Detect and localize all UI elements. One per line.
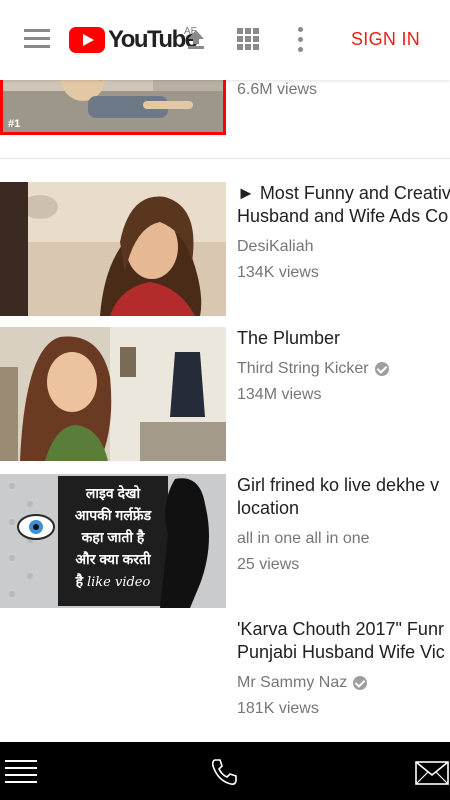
video-title-line2[interactable]: Husband and Wife Ads Co [237,205,450,228]
thumbnail-hindi-text: लाइव देखो आपकी गर्लफ्रेंड कहा जाती है और… [58,482,168,594]
video-thumbnail[interactable] [0,182,226,316]
channel-name[interactable]: Mr Sammy Naz [237,673,347,693]
section-divider [0,158,450,159]
phone-icon[interactable] [208,756,240,788]
video-views: 6.6M views [237,81,318,98]
top-app-bar: YouTube AE SIGN IN [0,0,450,80]
channel-name[interactable]: all in one all in one [237,529,370,549]
video-views: 181K views [237,700,319,717]
video-title[interactable]: ► Most Funny and Creative [237,182,450,205]
video-channel[interactable]: Third String Kicker [237,359,450,379]
thumb-line: लाइव देखो [85,485,141,501]
thumbnail-image [0,327,226,461]
video-title[interactable]: 'Karva Chouth 2017" Funr [237,618,450,641]
video-views: 25 views [237,556,300,573]
video-title[interactable]: Girl frined ko live dekhe v [237,474,450,497]
video-channel[interactable]: all in one all in one [237,529,450,549]
video-title-line2[interactable]: Punjabi Husband Wife Vic [237,641,450,664]
mail-icon[interactable] [415,761,449,785]
more-vert-icon[interactable] [298,27,304,53]
bottom-menu-icon[interactable] [5,760,37,784]
video-title-line2[interactable]: location [237,497,450,520]
channel-name[interactable]: Third String Kicker [237,359,369,379]
sign-in-button[interactable]: SIGN IN [351,29,420,50]
thumb-line: और क्या करती [75,551,151,567]
video-channel[interactable]: DesiKaliah [237,237,450,257]
verified-check-icon [353,676,368,690]
upload-icon[interactable] [185,28,207,50]
thumb-line: आपकी गर्लफ्रेंड [74,507,152,523]
apps-icon[interactable] [237,28,259,50]
thumb-line: है like video [75,573,151,590]
thumb-caption: like video [86,575,151,590]
video-title[interactable]: The Plumber [237,327,450,350]
play-logo-icon [69,27,105,53]
video-channel[interactable]: Mr Sammy Naz [237,673,450,693]
video-feed: #1 6.6M views ► Most Funny and Creative … [0,0,450,742]
thumbnail-image [0,182,226,316]
verified-check-icon [374,362,389,376]
video-thumbnail[interactable]: लाइव देखो आपकी गर्लफ्रेंड कहा जाती है और… [0,474,226,608]
menu-icon[interactable] [24,29,50,49]
video-thumbnail[interactable] [0,618,226,742]
thumb-line: कहा जाती है [81,529,145,545]
rank-badge: #1 [8,118,21,130]
channel-name[interactable]: DesiKaliah [237,237,313,257]
youtube-logo[interactable]: YouTube [69,25,198,55]
video-views: 134M views [237,386,322,403]
video-thumbnail[interactable] [0,327,226,461]
video-views: 134K views [237,264,319,281]
